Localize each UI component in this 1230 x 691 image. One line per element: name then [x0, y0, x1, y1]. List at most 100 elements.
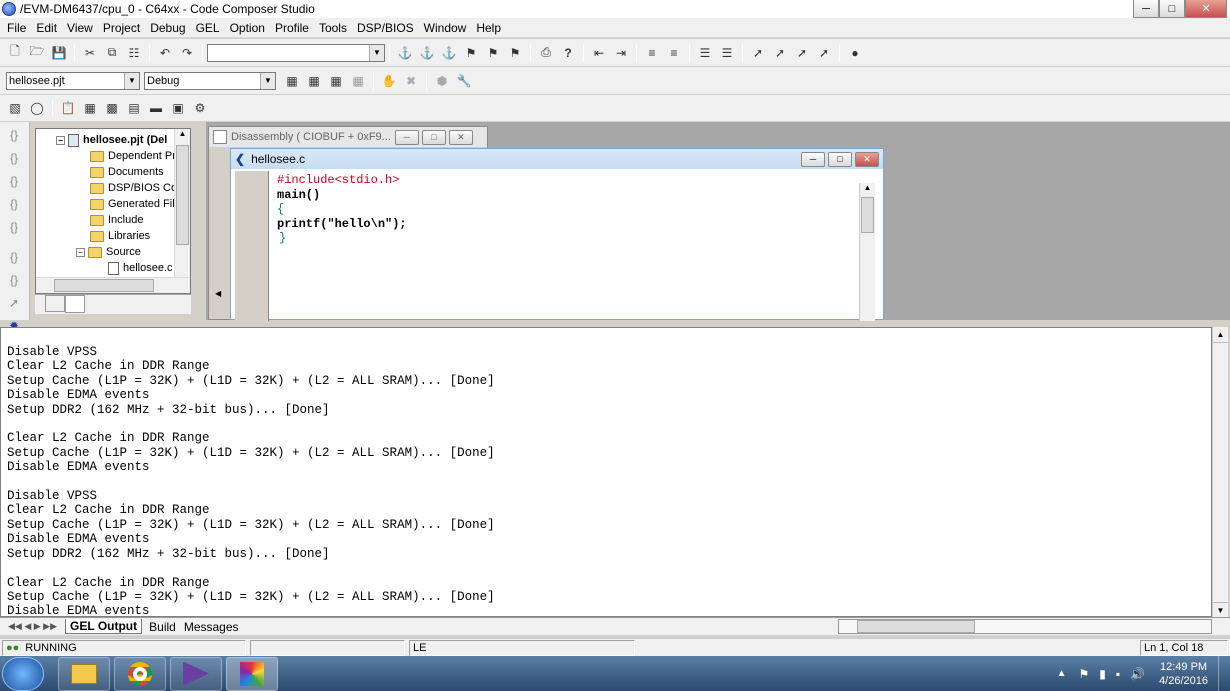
- scroll-up-icon[interactable]: ▲: [175, 129, 190, 143]
- config-combo[interactable]: Debug ▼: [144, 71, 276, 90]
- breakpoint-icon[interactable]: ➚: [770, 43, 790, 63]
- project-root[interactable]: − hellosee.pjt (Del: [56, 132, 167, 148]
- tree-item[interactable]: Documents: [90, 164, 164, 180]
- menu-project[interactable]: Project: [98, 21, 145, 35]
- reset-icon[interactable]: ✖: [401, 71, 421, 91]
- find-in-files-icon[interactable]: ⚑: [461, 43, 481, 63]
- close-button[interactable]: ✕: [1185, 0, 1227, 18]
- action-center-icon[interactable]: ⚑: [1078, 667, 1089, 681]
- build-icon[interactable]: ▦: [304, 71, 324, 91]
- new-file-icon[interactable]: 🗋: [5, 43, 25, 63]
- menu-option[interactable]: Option: [225, 21, 270, 35]
- cut-icon[interactable]: ✂: [80, 43, 100, 63]
- align-right-icon[interactable]: ☰: [717, 43, 737, 63]
- chevron-down-icon[interactable]: ▼: [260, 72, 275, 89]
- find-icon[interactable]: ⚓: [395, 43, 415, 63]
- minimize-button[interactable]: ─: [801, 151, 825, 167]
- scroll-down-icon[interactable]: ▼: [1213, 602, 1228, 618]
- compile-icon[interactable]: ▦: [282, 71, 302, 91]
- code-editor[interactable]: #include<stdio.h> main() { printf("hello…: [277, 173, 837, 319]
- scroll-up-icon[interactable]: ▲: [1213, 327, 1228, 343]
- profile-point-icon[interactable]: ●: [845, 43, 865, 63]
- animate-icon[interactable]: ➚: [4, 293, 24, 313]
- copy-icon[interactable]: ⧉: [102, 43, 122, 63]
- start-button-icon[interactable]: [2, 656, 44, 691]
- collapse-icon[interactable]: −: [76, 247, 85, 257]
- tree-item[interactable]: DSP/BIOS Cor: [90, 180, 181, 196]
- menu-profile[interactable]: Profile: [270, 21, 314, 35]
- close-button[interactable]: ✕: [855, 151, 879, 167]
- output-window[interactable]: Disable VPSS Clear L2 Cache in DDR Range S…: [0, 327, 1212, 617]
- explorer-taskbar-icon[interactable]: [58, 656, 110, 691]
- menu-window[interactable]: Window: [419, 21, 472, 35]
- callstack-icon[interactable]: ▤: [124, 98, 144, 118]
- menu-debug[interactable]: Debug: [145, 21, 190, 35]
- project-hscrollbar[interactable]: [36, 277, 190, 293]
- scroll-thumb[interactable]: [861, 197, 874, 233]
- menu-gel[interactable]: GEL: [191, 21, 225, 35]
- editor-vscrollbar[interactable]: ▲: [859, 183, 875, 321]
- asm-step-into-icon[interactable]: {}: [4, 247, 24, 267]
- visual-studio-taskbar-icon[interactable]: [170, 656, 222, 691]
- graph-icon[interactable]: ▬: [146, 98, 166, 118]
- indent-left-icon[interactable]: ⇤: [589, 43, 609, 63]
- menu-dspbios[interactable]: DSP/BIOS: [352, 21, 419, 35]
- maximize-button[interactable]: □: [1159, 0, 1185, 18]
- minimize-button[interactable]: ─: [1133, 0, 1159, 18]
- ccs-taskbar-icon[interactable]: [226, 656, 278, 691]
- align-left-icon[interactable]: ☰: [695, 43, 715, 63]
- menu-file[interactable]: File: [2, 21, 31, 35]
- tree-item-file[interactable]: hellosee.c: [108, 260, 173, 276]
- scroll-left-icon[interactable]: ◀: [215, 289, 229, 309]
- tree-item[interactable]: Dependent Pr: [90, 148, 176, 164]
- editor-titlebar[interactable]: ❮ hellosee.c ─ □ ✕: [231, 149, 883, 169]
- disassembly-icon[interactable]: ▩: [102, 98, 122, 118]
- restore-button[interactable]: □: [421, 129, 446, 145]
- output-vscrollbar[interactable]: ▲ ▼: [1212, 327, 1228, 618]
- image-icon[interactable]: ▣: [168, 98, 188, 118]
- registers-icon[interactable]: ▦: [80, 98, 100, 118]
- network-icon[interactable]: ▪: [1116, 667, 1120, 681]
- probe-point-icon[interactable]: ⚙: [190, 98, 210, 118]
- stop-build-icon[interactable]: ▦: [348, 71, 368, 91]
- tree-item-source[interactable]: − Source: [76, 244, 141, 260]
- search-combo[interactable]: ▼: [207, 43, 385, 62]
- undo-icon[interactable]: ↶: [155, 43, 175, 63]
- tree-item[interactable]: Libraries: [90, 228, 150, 244]
- help-icon[interactable]: ?: [558, 43, 578, 63]
- clipboard-icon[interactable]: 📋: [58, 98, 78, 118]
- scroll-thumb[interactable]: [857, 620, 975, 633]
- comment-icon[interactable]: ≡: [642, 43, 662, 63]
- uncomment-icon[interactable]: ≡: [664, 43, 684, 63]
- project-combo[interactable]: hellosee.pjt ▼: [6, 71, 140, 90]
- remove-breakpoint-icon[interactable]: ➚: [792, 43, 812, 63]
- menu-edit[interactable]: Edit: [31, 21, 62, 35]
- tab-nav-icons[interactable]: ◀◀ ◀ ▶ ▶▶: [8, 621, 57, 632]
- menu-help[interactable]: Help: [471, 21, 506, 35]
- find-next-icon[interactable]: ⚓: [417, 43, 437, 63]
- menu-tools[interactable]: Tools: [314, 21, 352, 35]
- save-icon[interactable]: 💾: [49, 43, 69, 63]
- show-desktop-button[interactable]: [1218, 656, 1230, 691]
- indent-right-icon[interactable]: ⇥: [611, 43, 631, 63]
- disassembly-titlebar[interactable]: Disassembly ( CIOBUF + 0xF9... ─ □ ✕: [209, 127, 487, 147]
- file-view-tab-icon[interactable]: [45, 295, 65, 312]
- class-view-tab-icon[interactable]: [65, 295, 85, 313]
- chrome-taskbar-icon[interactable]: [114, 656, 166, 691]
- step-out-icon[interactable]: {}: [4, 171, 24, 191]
- tree-item[interactable]: Generated File: [90, 196, 181, 212]
- view-memory-icon[interactable]: ▧: [5, 98, 25, 118]
- show-hidden-icons[interactable]: ▲: [1057, 668, 1067, 679]
- collapse-icon[interactable]: −: [56, 135, 65, 145]
- probe-icon[interactable]: ➚: [748, 43, 768, 63]
- redo-icon[interactable]: ↷: [177, 43, 197, 63]
- close-button[interactable]: ✕: [448, 129, 473, 145]
- paste-icon[interactable]: ☷: [124, 43, 144, 63]
- tab-messages[interactable]: Messages: [181, 620, 242, 634]
- menu-view[interactable]: View: [62, 21, 98, 35]
- run-to-cursor-icon[interactable]: ➚: [814, 43, 834, 63]
- power-icon[interactable]: ▮: [1099, 667, 1106, 681]
- scroll-thumb[interactable]: [176, 145, 189, 245]
- asm-step-over-icon[interactable]: {}: [4, 270, 24, 290]
- halt-step-icon[interactable]: {}: [4, 217, 24, 237]
